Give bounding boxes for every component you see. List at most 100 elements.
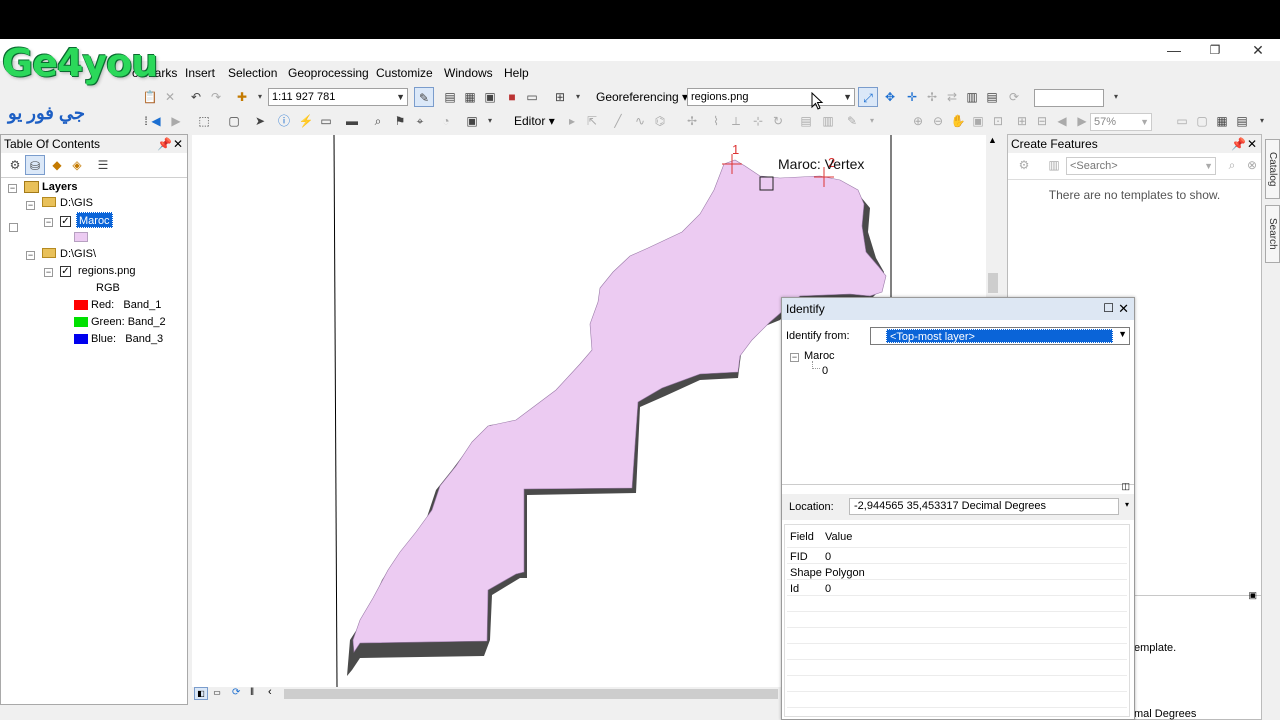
fixed-zoom-out-icon[interactable]: ⊟ xyxy=(1032,111,1052,131)
field-shape[interactable]: Shape xyxy=(790,567,822,579)
search-icon[interactable]: ⌕ xyxy=(1222,155,1242,175)
find-icon[interactable]: ⌕ xyxy=(368,111,388,131)
layer-expander-regions[interactable]: − xyxy=(44,268,53,277)
regions-visibility-checkbox[interactable]: ✓ xyxy=(60,266,71,277)
sketch-properties-icon[interactable]: ▥ xyxy=(818,111,838,131)
layer-regions[interactable]: regions.png xyxy=(78,263,136,279)
horizontal-scroll-thumb[interactable] xyxy=(284,689,778,699)
next-extent-icon[interactable]: ▶ xyxy=(1072,111,1092,131)
value-shape[interactable]: Polygon xyxy=(825,567,865,579)
fixed-zoom-in-icon[interactable]: ⊞ xyxy=(1012,111,1032,131)
menu-customize[interactable]: Customize xyxy=(376,63,433,83)
folder-path-1[interactable]: D:\GIS xyxy=(60,195,93,211)
menu-windows[interactable]: Windows xyxy=(444,63,493,83)
toolbar-options-icon-4[interactable]: ▾ xyxy=(862,111,882,131)
map-vertical-scrollbar[interactable]: ▲ xyxy=(986,135,1000,305)
clear-search-icon[interactable]: ⊗ xyxy=(1242,155,1262,175)
time-slider-icon[interactable]: ◔ xyxy=(436,111,456,131)
folder-path-2[interactable]: D:\GIS\ xyxy=(60,246,96,262)
layer-expander-maroc[interactable]: − xyxy=(44,218,53,227)
pan-icon[interactable]: ✋ xyxy=(948,111,968,131)
green-band-swatch[interactable] xyxy=(74,317,88,327)
list-by-source-icon[interactable]: ⛁ xyxy=(25,155,45,175)
rotate-edit-icon[interactable]: ↻ xyxy=(768,111,788,131)
scroll-left-icon[interactable]: ‹ xyxy=(268,686,272,698)
panel-resize-icon[interactable]: ▣ xyxy=(1248,590,1257,601)
arctoolbox-icon[interactable]: ■ xyxy=(502,87,522,107)
redo-icon[interactable]: ↷ xyxy=(206,87,226,107)
maroc-symbol-swatch[interactable] xyxy=(74,232,88,242)
toggle-draft-icon[interactable]: ▭ xyxy=(1172,111,1192,131)
maximize-icon[interactable]: ☐ xyxy=(1103,301,1114,315)
back-icon[interactable]: ◀ xyxy=(146,111,166,131)
hyperlink-icon[interactable]: ⚡ xyxy=(296,111,316,131)
layers-label[interactable]: Layers xyxy=(42,179,77,195)
list-by-visibility-icon[interactable]: ◆ xyxy=(47,155,67,175)
toolbar-options-icon[interactable]: ▾ xyxy=(568,87,588,107)
data-driven-pages-icon[interactable]: ▤ xyxy=(1232,111,1252,131)
minimize-icon[interactable]: — xyxy=(1154,39,1194,61)
select-elements-icon[interactable]: ➤ xyxy=(250,111,270,131)
focus-frame-icon[interactable]: ▢ xyxy=(1192,111,1212,131)
zoom-in-icon[interactable]: ⊕ xyxy=(908,111,928,131)
field-fid[interactable]: FID xyxy=(790,551,808,563)
pause-drawing-icon[interactable]: ‖ xyxy=(250,687,254,698)
template-search-input[interactable]: <Search> ▼ xyxy=(1066,157,1216,175)
auto-registration-icon[interactable]: ✢ xyxy=(922,87,942,107)
select-features-icon[interactable]: ⬚ xyxy=(194,111,214,131)
clear-selection-icon[interactable]: ▢ xyxy=(224,111,244,131)
tree-expander[interactable]: − xyxy=(790,353,799,362)
update-display-icon[interactable]: ⇄ xyxy=(942,87,962,107)
point-icon[interactable]: ⌬ xyxy=(650,111,670,131)
find-route-icon[interactable]: ⚑ xyxy=(390,111,410,131)
create-features-close-icon[interactable]: ✕ xyxy=(1245,135,1259,153)
list-by-selection-icon[interactable]: ◈ xyxy=(67,155,87,175)
data-view-icon[interactable]: ◧ xyxy=(194,687,208,700)
catalog-window-icon[interactable]: ▦ xyxy=(460,87,480,107)
measure-icon[interactable]: ▬ xyxy=(342,111,362,131)
toolbar-options-icon-3[interactable]: ▾ xyxy=(480,111,500,131)
editor-menu[interactable]: Editor ▾ xyxy=(514,111,555,131)
value-id[interactable]: 0 xyxy=(825,583,831,595)
refresh-icon[interactable]: ⟳ xyxy=(1004,87,1024,107)
location-units-dropdown-icon[interactable]: ▾ xyxy=(1125,500,1129,509)
blank-combo[interactable] xyxy=(1034,89,1104,107)
menu-help[interactable]: Help xyxy=(504,63,529,83)
forward-icon[interactable]: ▶ xyxy=(166,111,186,131)
layout-zoom-combo[interactable]: 57% ▼ xyxy=(1090,113,1152,131)
edit-annotation-icon[interactable]: ⇱ xyxy=(582,111,602,131)
toc-window-icon[interactable]: ▤ xyxy=(440,87,460,107)
identify-tree-feature[interactable]: 0 xyxy=(822,365,828,377)
red-band-swatch[interactable] xyxy=(74,300,88,310)
identify-icon[interactable]: ⓘ xyxy=(274,111,294,131)
close-icon[interactable]: ✕ xyxy=(1238,39,1278,61)
editor-toolbar-icon[interactable]: ✎ xyxy=(414,87,434,107)
cut-polygons-icon[interactable]: ⟂ xyxy=(726,111,746,131)
change-layout-icon[interactable]: ▦ xyxy=(1212,111,1232,131)
folder-expander-2[interactable]: − xyxy=(26,251,35,260)
toc-close-icon[interactable]: ✕ xyxy=(171,135,185,153)
rotate-icon[interactable]: ⤢ xyxy=(858,87,878,107)
field-id[interactable]: Id xyxy=(790,583,799,595)
shift-icon[interactable]: ✥ xyxy=(880,87,900,107)
toolbar-options-icon-5[interactable]: ▾ xyxy=(1252,111,1272,131)
edit-vertices-icon[interactable]: ✢ xyxy=(682,111,702,131)
search-tab[interactable]: Search xyxy=(1265,205,1280,263)
list-by-drawing-order-icon[interactable]: ⚙ xyxy=(5,155,25,175)
add-data-icon[interactable]: ✚ xyxy=(232,87,252,107)
splitter-toggle-icon[interactable]: ◫ xyxy=(1121,481,1130,492)
catalog-tab[interactable]: Catalog xyxy=(1265,139,1280,199)
create-viewer-icon[interactable]: ▣ xyxy=(462,111,482,131)
edit-tool-icon[interactable]: ▸ xyxy=(562,111,582,131)
value-column-header[interactable]: Value xyxy=(825,531,852,543)
menu-selection[interactable]: Selection xyxy=(228,63,277,83)
delete-icon[interactable]: ✕ xyxy=(160,87,180,107)
previous-extent-icon[interactable]: ◀ xyxy=(1052,111,1072,131)
georef-layer-combo[interactable]: regions.png ▼ xyxy=(687,88,855,106)
go-to-xy-icon[interactable]: ⌖ xyxy=(410,111,430,131)
zoom-out-icon[interactable]: ⊖ xyxy=(928,111,948,131)
zoom-whole-page-icon[interactable]: ▣ xyxy=(968,111,988,131)
folder-expander-1[interactable]: − xyxy=(26,201,35,210)
blue-band-swatch[interactable] xyxy=(74,334,88,344)
layout-view-icon[interactable]: ▭ xyxy=(210,687,224,700)
